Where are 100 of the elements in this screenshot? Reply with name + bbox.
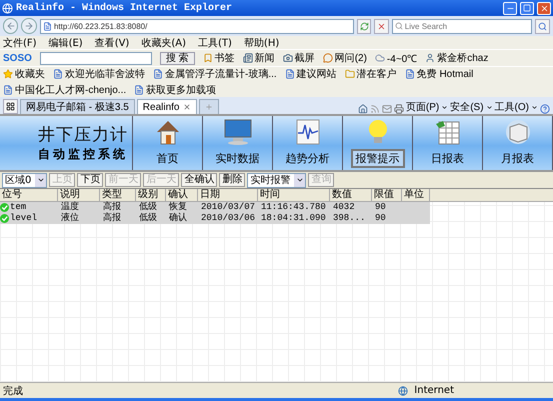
caret-icon [36,176,45,184]
search-button[interactable]: 搜 索 [160,52,195,64]
column-header[interactable]: 限值 [372,189,402,201]
browser-tab[interactable]: 网易电子邮箱 - 极速3.5 [20,99,135,114]
dropdown[interactable]: 区域0 [2,172,48,188]
table-cell-text: 确认 [168,213,188,224]
search-icon [538,22,548,30]
favorite-link[interactable]: 金属管浮子流量计-玻璃... [153,67,277,81]
command-menu[interactable]: 页面(P) [406,100,448,114]
quick-tabs-button[interactable] [3,99,18,114]
browser-icon [2,2,13,14]
column-header[interactable]: 级别 [136,189,166,201]
favorite-link[interactable]: 潜在客户 [344,67,397,81]
search-button[interactable] [535,18,550,34]
toolbar-search-field[interactable] [40,52,152,64]
toolbar-logo: SOSO [3,52,32,64]
toolbar-button[interactable]: 网问(2) [322,51,367,65]
nav-button[interactable]: 日报表 [413,116,483,170]
command-menu[interactable]: 工具(O) [494,100,538,114]
menu-item[interactable]: 工具(T) [198,36,232,50]
table-cell-text: 高报 [102,202,122,212]
toolbar-button[interactable]: 新闻 [242,51,275,65]
nav-button[interactable]: 趋势分析 [273,116,343,170]
stop-button[interactable] [374,18,389,34]
printer-icon [394,104,404,114]
refresh-button[interactable] [356,18,372,34]
mail-button[interactable] [382,104,392,114]
globe-icon [398,386,408,396]
plus-icon [204,103,212,111]
command-menu[interactable]: 安全(S) [450,100,493,114]
help-button[interactable] [540,104,550,114]
menu-item[interactable]: 收藏夹(A) [141,36,186,50]
check-icon [0,203,9,212]
nav-button[interactable]: 报警提示 [343,116,413,170]
speech-bubble-icon [322,53,333,63]
table-cell-text: 液位 [60,213,80,224]
house-icon [154,119,180,145]
toolbar-button[interactable]: 下页 [77,173,104,187]
bookmark-icon [202,53,213,63]
table-row[interactable]: tem 温度 高报 低级 恢复 2010/03/07 11:16:43.780 4032 90 [0,202,430,213]
search-bar[interactable]: Live Search [392,18,532,34]
maximize-button[interactable] [520,2,534,14]
menu-item[interactable]: 查看(V) [94,36,130,50]
minimize-button[interactable] [503,2,517,14]
favorite-link[interactable]: 中国化工人才网-chenjo... [3,83,126,97]
column-header[interactable]: 日期 [198,189,258,201]
table-cell-text: 低级 [138,202,158,212]
address-bar[interactable]: http://60.223.251.83:8080/ [40,18,354,34]
nav-button[interactable]: 实时数据 [203,116,273,170]
toolbar-button[interactable]: 紫金桥chaz [425,51,488,65]
favorites-button[interactable]: 收藏夹 [3,67,45,81]
toolbar-button[interactable]: 书签 [202,51,235,65]
browser-tab[interactable]: Realinfo [136,99,196,114]
table-row[interactable]: level 液位 高报 低级 确认 2010/03/06 18:04:31.090 398... 90 [0,213,430,224]
close-button[interactable] [537,2,551,14]
address-field[interactable]: http://60.223.251.83:8080/ [54,20,351,32]
toolbar-button[interactable]: 全确认 [181,173,218,187]
newspaper-icon [242,53,253,63]
menu-item[interactable]: 文件(F) [3,36,37,50]
column-header[interactable]: 确认 [166,189,198,201]
table-cell-text: 398... [332,213,366,224]
print-button[interactable] [394,104,404,114]
window-title: Realinfo - Windows Internet Explorer [16,2,234,14]
caret-icon [531,104,538,110]
table-cell-text: 2010/03/07 [200,202,256,213]
column-header[interactable]: 类型 [100,189,136,201]
favorite-link[interactable]: 获取更多加载项 [134,83,216,97]
toolbar-button[interactable]: -4~0℃ [374,51,418,65]
nav-button[interactable]: 首页 [133,116,203,170]
close-icon [540,4,548,12]
column-header[interactable]: 位号 [0,189,58,201]
nav-button[interactable]: 月报表 [483,116,553,170]
table-cell-text: 温度 [60,202,80,212]
search-icon [394,22,403,30]
favorite-link[interactable]: 建议网站 [284,67,337,81]
table-cell-text: 11:16:43.780 [260,202,327,213]
home-button[interactable] [358,104,368,114]
column-header[interactable]: 说明 [58,189,100,201]
home-icon [358,104,368,114]
toolbar-button[interactable]: 截屏 [282,51,315,65]
toolbar-button[interactable]: 删除 [219,173,246,187]
zone-text: Internet [414,385,454,396]
column-header[interactable]: 单位 [402,189,430,201]
refresh-icon [360,22,369,30]
back-icon [6,21,16,31]
column-header[interactable]: 时间 [258,189,330,201]
forward-icon [24,21,34,31]
menu-item[interactable]: 编辑(E) [48,36,83,50]
dropdown[interactable]: 实时报警 [247,172,306,188]
page-icon [284,69,295,79]
page-icon [134,85,144,95]
menu-item[interactable]: 帮助(H) [244,36,280,50]
column-header[interactable]: 数值 [330,189,372,201]
favorite-link[interactable]: 免费 Hotmail [404,67,474,81]
page-icon [42,22,52,30]
search-field[interactable]: Live Search [404,20,530,32]
line-chart-icon [294,119,320,145]
app-title: 井下压力计 [38,124,128,146]
maximize-icon [523,4,531,12]
favorite-link[interactable]: 欢迎光临菲舍波特 [53,67,145,81]
